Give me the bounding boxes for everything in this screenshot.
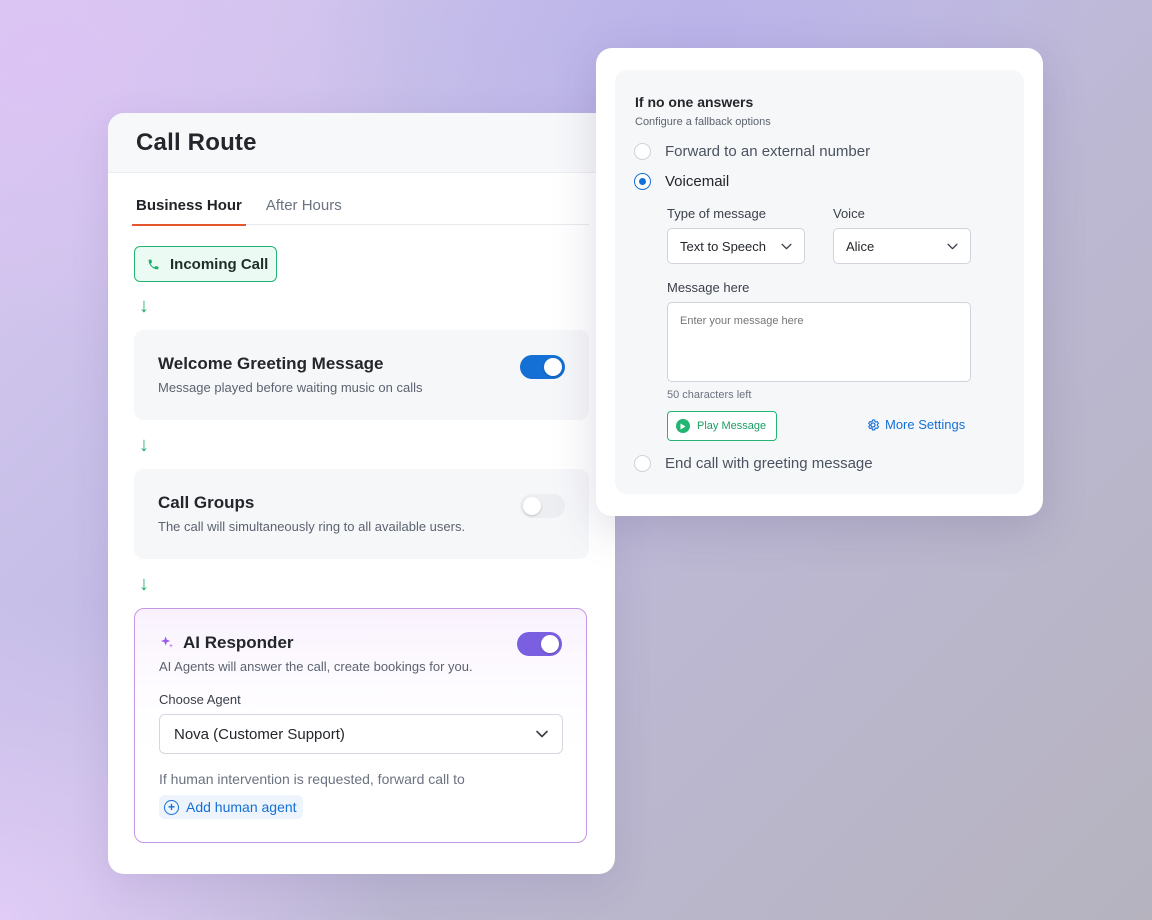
step-title: Call Groups: [158, 493, 255, 512]
route-tabs: Business Hour After Hours: [132, 196, 589, 226]
radio-button[interactable]: [634, 143, 651, 160]
choose-agent-label: Choose Agent: [159, 692, 241, 707]
fallback-panel: If no one answers Configure a fallback o…: [615, 70, 1024, 494]
step-welcome-greeting: Welcome Greeting Message Message played …: [134, 330, 589, 420]
voicemail-message-input[interactable]: [667, 302, 971, 382]
more-settings-label: More Settings: [885, 417, 966, 432]
ai-responder-toggle[interactable]: [517, 632, 562, 656]
option-forward-external[interactable]: Forward to an external number: [634, 143, 870, 160]
incoming-call-badge: Incoming Call: [134, 246, 277, 282]
flow-arrow-icon: ↓: [139, 295, 149, 317]
voice-value: Alice: [846, 238, 875, 254]
call-groups-toggle[interactable]: [520, 494, 565, 518]
play-message-label: Play Message: [697, 420, 767, 432]
option-label: Voicemail: [665, 173, 730, 190]
tab-after-hours[interactable]: After Hours: [264, 196, 344, 225]
chevron-down-icon: [536, 730, 548, 738]
page-title: Call Route: [136, 129, 257, 156]
incoming-call-label: Incoming Call: [170, 255, 269, 273]
toggle-knob: [544, 358, 562, 376]
message-here-label: Message here: [667, 280, 750, 295]
radio-button-checked[interactable]: [634, 173, 651, 190]
gear-icon: [868, 419, 880, 430]
plus-circle-icon: +: [164, 799, 179, 815]
option-voicemail[interactable]: Voicemail: [634, 173, 729, 190]
ai-responder-description: AI Agents will answer the call, create b…: [159, 659, 473, 674]
ai-responder-card: AI Responder AI Agents will answer the c…: [134, 608, 587, 843]
more-settings-link[interactable]: More Settings: [866, 417, 965, 432]
step-description: The call will simultaneously ring to all…: [158, 519, 466, 534]
fallback-title: If no one answers: [635, 94, 754, 110]
fallback-subtitle: Configure a fallback options: [635, 116, 771, 128]
option-label: Forward to an external number: [665, 143, 871, 160]
step-description: Message played before waiting music on c…: [158, 380, 423, 395]
ai-responder-title: AI Responder: [183, 633, 294, 652]
step-call-groups: Call Groups The call will simultaneously…: [134, 469, 589, 559]
add-human-agent-button[interactable]: + Add human agent: [159, 795, 303, 819]
sparkle-icon: [161, 636, 173, 648]
forward-instruction: If human intervention is requested, forw…: [159, 771, 465, 787]
agent-select-value: Nova (Customer Support): [174, 725, 345, 743]
welcome-greeting-toggle[interactable]: [520, 355, 565, 379]
message-type-value: Text to Speech: [680, 238, 766, 254]
route-header: Call Route: [108, 113, 615, 173]
radio-button[interactable]: [634, 455, 651, 472]
fallback-card: If no one answers Configure a fallback o…: [596, 48, 1043, 516]
agent-select[interactable]: Nova (Customer Support): [159, 714, 563, 754]
add-human-agent-label: Add human agent: [186, 799, 297, 815]
flow-arrow-icon: ↓: [139, 434, 149, 456]
tab-business-hour[interactable]: Business Hour: [132, 196, 246, 226]
play-message-button[interactable]: Play Message: [667, 411, 777, 441]
play-icon: [676, 419, 690, 433]
option-label: End call with greeting message: [665, 455, 873, 472]
characters-left-counter: 50 characters left: [667, 389, 752, 401]
chevron-down-icon: [947, 243, 958, 249]
chevron-down-icon: [781, 243, 792, 249]
toggle-knob: [541, 635, 559, 653]
type-of-message-label: Type of message: [667, 206, 766, 221]
step-title: Welcome Greeting Message: [158, 354, 384, 373]
flow-arrow-icon: ↓: [139, 573, 149, 595]
voice-label: Voice: [833, 206, 865, 221]
option-end-call-greeting[interactable]: End call with greeting message: [634, 455, 873, 472]
message-type-select[interactable]: Text to Speech: [667, 228, 805, 264]
voice-select[interactable]: Alice: [833, 228, 971, 264]
ai-title-row: AI Responder: [159, 633, 562, 653]
toggle-knob: [523, 497, 541, 515]
phone-icon: [148, 259, 159, 269]
call-route-card: Call Route Business Hour After Hours Inc…: [108, 113, 615, 874]
